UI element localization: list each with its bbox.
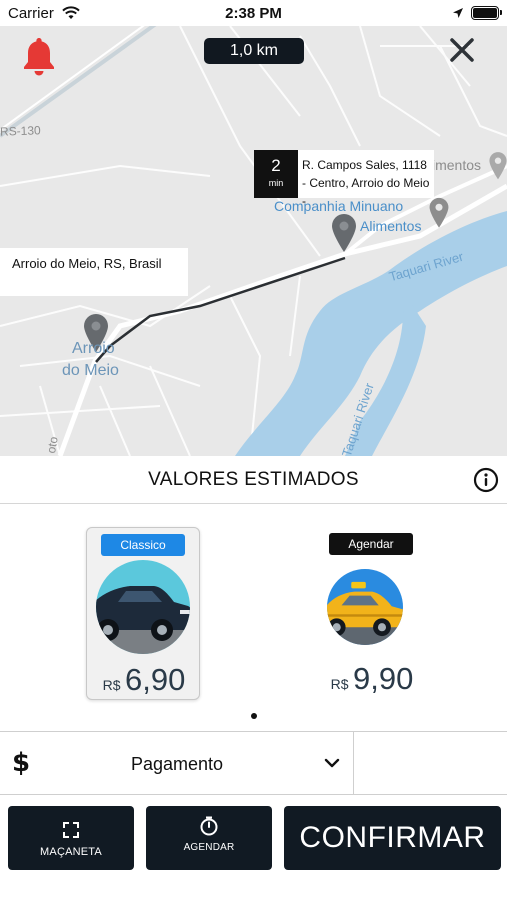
option-price: R$ 9,90 (315, 661, 429, 697)
battery-icon (471, 6, 502, 20)
price-amount: 9,90 (353, 661, 414, 696)
ride-option-agendar[interactable]: Agendar R$ 9,90 (315, 527, 429, 700)
bell-icon[interactable] (22, 36, 56, 76)
place-pin-icon (489, 152, 507, 180)
destination-callout: 2 min R. Campos Sales, 1118 - Centro, Ar… (254, 150, 434, 208)
town-label-line1: Arroio (72, 340, 115, 357)
origin-address: Arroio do Meio, RS, Brasil (12, 256, 162, 271)
dollar-icon: $ (12, 748, 31, 778)
stopwatch-icon (200, 816, 218, 836)
price-amount: 6,90 (125, 662, 186, 697)
location-arrow-icon (453, 8, 463, 18)
origin-callout: Arroio do Meio, RS, Brasil (0, 248, 188, 296)
route-map[interactable]: RS-130 imentos Companhia Minuano Aliment… (0, 26, 507, 456)
place-label: imentos (432, 157, 482, 173)
town-label-line2: do Meio (62, 362, 119, 379)
page-indicator-dot (251, 713, 257, 719)
macaneta-label: MAÇANETA (40, 846, 102, 858)
close-icon[interactable] (448, 36, 476, 64)
option-badge: Agendar (329, 533, 413, 555)
macaneta-button[interactable]: MAÇANETA (8, 806, 134, 870)
company-label-line2: Alimentos (360, 218, 422, 234)
street-label: oto (44, 435, 61, 455)
status-bar: Carrier 2:38 PM (0, 0, 507, 26)
price-currency: R$ (102, 677, 121, 693)
payment-selector[interactable]: $ Pagamento (0, 731, 507, 795)
payment-label: Pagamento (130, 754, 224, 774)
info-icon[interactable] (473, 467, 499, 493)
option-price: R$ 6,90 (87, 662, 201, 698)
confirm-button[interactable]: CONFIRMAR (284, 806, 501, 870)
eta-unit: min (268, 178, 284, 188)
destination-eta: 2 min (254, 150, 298, 198)
company-pin-icon (429, 197, 449, 228)
yellow-taxi-icon (327, 569, 403, 645)
destination-pin-icon[interactable] (330, 212, 358, 252)
status-time: 2:38 PM (225, 5, 282, 22)
schedule-button[interactable]: AGENDAR (146, 806, 272, 870)
option-badge: Classico (101, 534, 185, 556)
road-label: RS-130 (0, 123, 41, 139)
ride-option-classico[interactable]: Classico R$ 6,90 (86, 527, 200, 700)
confirm-label: CONFIRMAR (299, 821, 486, 854)
destination-address: R. Campos Sales, 1118 - Centro, Arroio d… (302, 158, 430, 208)
distance-badge: 1,0 km (204, 38, 304, 64)
map-background (0, 26, 507, 456)
eta-value: 2 (271, 156, 281, 175)
dark-sedan-icon (96, 560, 190, 654)
payment-divider (353, 732, 354, 795)
price-currency: R$ (330, 676, 349, 692)
expand-corners-icon (63, 822, 79, 838)
estimates-title: VALORES ESTIMADOS (148, 469, 359, 490)
estimates-header: VALORES ESTIMADOS (0, 456, 507, 504)
chevron-down-icon[interactable] (324, 757, 340, 769)
schedule-label: AGENDAR (183, 842, 235, 853)
